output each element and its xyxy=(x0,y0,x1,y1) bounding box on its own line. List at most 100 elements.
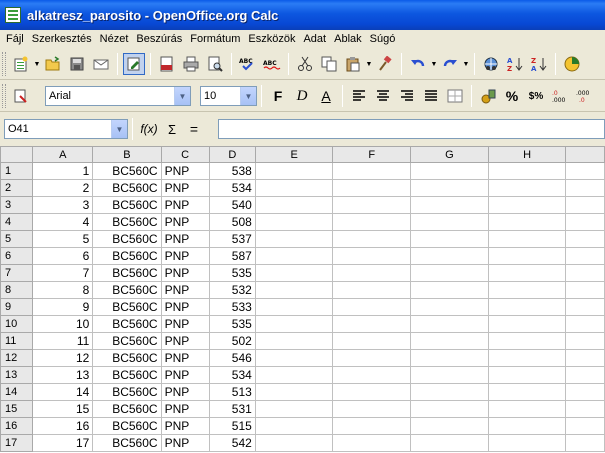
format-paintbrush-icon[interactable] xyxy=(374,53,396,75)
font-size-combo[interactable]: 10 ▼ xyxy=(200,86,257,106)
cell-overflow[interactable] xyxy=(565,434,605,452)
cell-c[interactable]: PNP xyxy=(160,417,210,435)
open-folder-icon[interactable] xyxy=(42,53,64,75)
cell-f[interactable] xyxy=(332,383,412,401)
cell-overflow[interactable] xyxy=(565,281,605,299)
chevron-down-icon[interactable]: ▼ xyxy=(33,61,41,68)
cell-f[interactable] xyxy=(332,332,412,350)
cell-f[interactable] xyxy=(332,417,412,435)
cell-b[interactable]: BC560C xyxy=(92,196,162,214)
cell-b[interactable]: BC560C xyxy=(92,366,162,384)
cell-c[interactable]: PNP xyxy=(160,434,210,452)
add-decimal-icon[interactable]: .0.000 xyxy=(549,85,571,107)
column-header-g[interactable]: G xyxy=(410,146,489,163)
font-size-value[interactable]: 10 xyxy=(201,90,240,102)
save-icon[interactable] xyxy=(66,53,88,75)
chevron-down-icon[interactable]: ▼ xyxy=(430,61,438,68)
cell-h[interactable] xyxy=(487,383,567,401)
cell-b[interactable]: BC560C xyxy=(92,298,162,316)
cell-c[interactable]: PNP xyxy=(160,298,210,316)
cell-f[interactable] xyxy=(332,196,412,214)
cell-d[interactable]: 534 xyxy=(208,366,256,384)
row-header[interactable]: 2 xyxy=(0,179,34,197)
row-header[interactable]: 13 xyxy=(0,366,34,384)
select-all-corner[interactable] xyxy=(0,146,34,163)
cell-a[interactable]: 12 xyxy=(32,349,94,367)
row-header[interactable]: 14 xyxy=(0,383,34,401)
cell-h[interactable] xyxy=(487,298,567,316)
cell-g[interactable] xyxy=(410,213,489,231)
menu-insert[interactable]: Beszúrás xyxy=(132,33,186,45)
bold-button[interactable]: F xyxy=(267,85,289,107)
cell-c[interactable]: PNP xyxy=(160,196,210,214)
cell-d[interactable]: 540 xyxy=(208,196,256,214)
cell-overflow[interactable] xyxy=(565,264,605,282)
cell-c[interactable]: PNP xyxy=(160,383,210,401)
row-header[interactable]: 12 xyxy=(0,349,34,367)
cell-d[interactable]: 502 xyxy=(208,332,256,350)
column-header-h[interactable]: H xyxy=(487,146,567,163)
cell-f[interactable] xyxy=(332,247,412,265)
cell-h[interactable] xyxy=(487,162,567,180)
align-left-icon[interactable] xyxy=(348,85,370,107)
column-header-e[interactable]: E xyxy=(254,146,334,163)
cell-overflow[interactable] xyxy=(565,383,605,401)
sort-ascending-icon[interactable]: AZ xyxy=(504,53,526,75)
cell-overflow[interactable] xyxy=(565,349,605,367)
chevron-down-icon[interactable]: ▼ xyxy=(174,87,190,105)
row-header[interactable]: 3 xyxy=(0,196,34,214)
row-header[interactable]: 9 xyxy=(0,298,34,316)
name-box-value[interactable]: O41 xyxy=(5,123,111,135)
justify-icon[interactable] xyxy=(420,85,442,107)
cell-b[interactable]: BC560C xyxy=(92,230,162,248)
menu-tools[interactable]: Eszközök xyxy=(244,33,299,45)
cell-h[interactable] xyxy=(487,332,567,350)
cell-overflow[interactable] xyxy=(565,247,605,265)
cell-d[interactable]: 587 xyxy=(208,247,256,265)
cell-h[interactable] xyxy=(487,230,567,248)
formula-input[interactable] xyxy=(218,119,605,139)
cell-f[interactable] xyxy=(332,213,412,231)
cell-g[interactable] xyxy=(410,315,489,333)
cell-a[interactable]: 3 xyxy=(32,196,94,214)
cell-d[interactable]: 546 xyxy=(208,349,256,367)
cell-e[interactable] xyxy=(254,162,334,180)
sort-descending-icon[interactable]: ZA xyxy=(528,53,550,75)
print-icon[interactable] xyxy=(180,53,202,75)
cell-h[interactable] xyxy=(487,366,567,384)
paste-icon[interactable] xyxy=(342,53,364,75)
currency-format-icon[interactable] xyxy=(477,85,499,107)
cell-c[interactable]: PNP xyxy=(160,247,210,265)
row-header[interactable]: 4 xyxy=(0,213,34,231)
page-preview-icon[interactable] xyxy=(204,53,226,75)
row-header[interactable]: 8 xyxy=(0,281,34,299)
cell-f[interactable] xyxy=(332,162,412,180)
cell-b[interactable]: BC560C xyxy=(92,213,162,231)
cell-overflow[interactable] xyxy=(565,366,605,384)
menu-format[interactable]: Formátum xyxy=(186,33,244,45)
menu-edit[interactable]: Szerkesztés xyxy=(28,33,96,45)
font-name-combo[interactable]: Arial ▼ xyxy=(45,86,191,106)
cell-c[interactable]: PNP xyxy=(160,366,210,384)
cell-overflow[interactable] xyxy=(565,298,605,316)
cell-h[interactable] xyxy=(487,417,567,435)
column-header-b[interactable]: B xyxy=(92,146,162,163)
cell-d[interactable]: 532 xyxy=(208,281,256,299)
cell-c[interactable]: PNP xyxy=(160,264,210,282)
chevron-down-icon[interactable]: ▼ xyxy=(462,61,470,68)
cell-overflow[interactable] xyxy=(565,162,605,180)
column-header-a[interactable]: A xyxy=(32,146,94,163)
percent-format-button[interactable]: % xyxy=(501,85,523,107)
hyperlink-icon[interactable] xyxy=(480,53,502,75)
cell-overflow[interactable] xyxy=(565,213,605,231)
cell-h[interactable] xyxy=(487,400,567,418)
cell-d[interactable]: 533 xyxy=(208,298,256,316)
row-header[interactable]: 1 xyxy=(0,162,34,180)
cell-f[interactable] xyxy=(332,179,412,197)
cell-g[interactable] xyxy=(410,349,489,367)
cell-c[interactable]: PNP xyxy=(160,213,210,231)
cell-g[interactable] xyxy=(410,417,489,435)
cell-b[interactable]: BC560C xyxy=(92,247,162,265)
cell-a[interactable]: 4 xyxy=(32,213,94,231)
cell-f[interactable] xyxy=(332,230,412,248)
